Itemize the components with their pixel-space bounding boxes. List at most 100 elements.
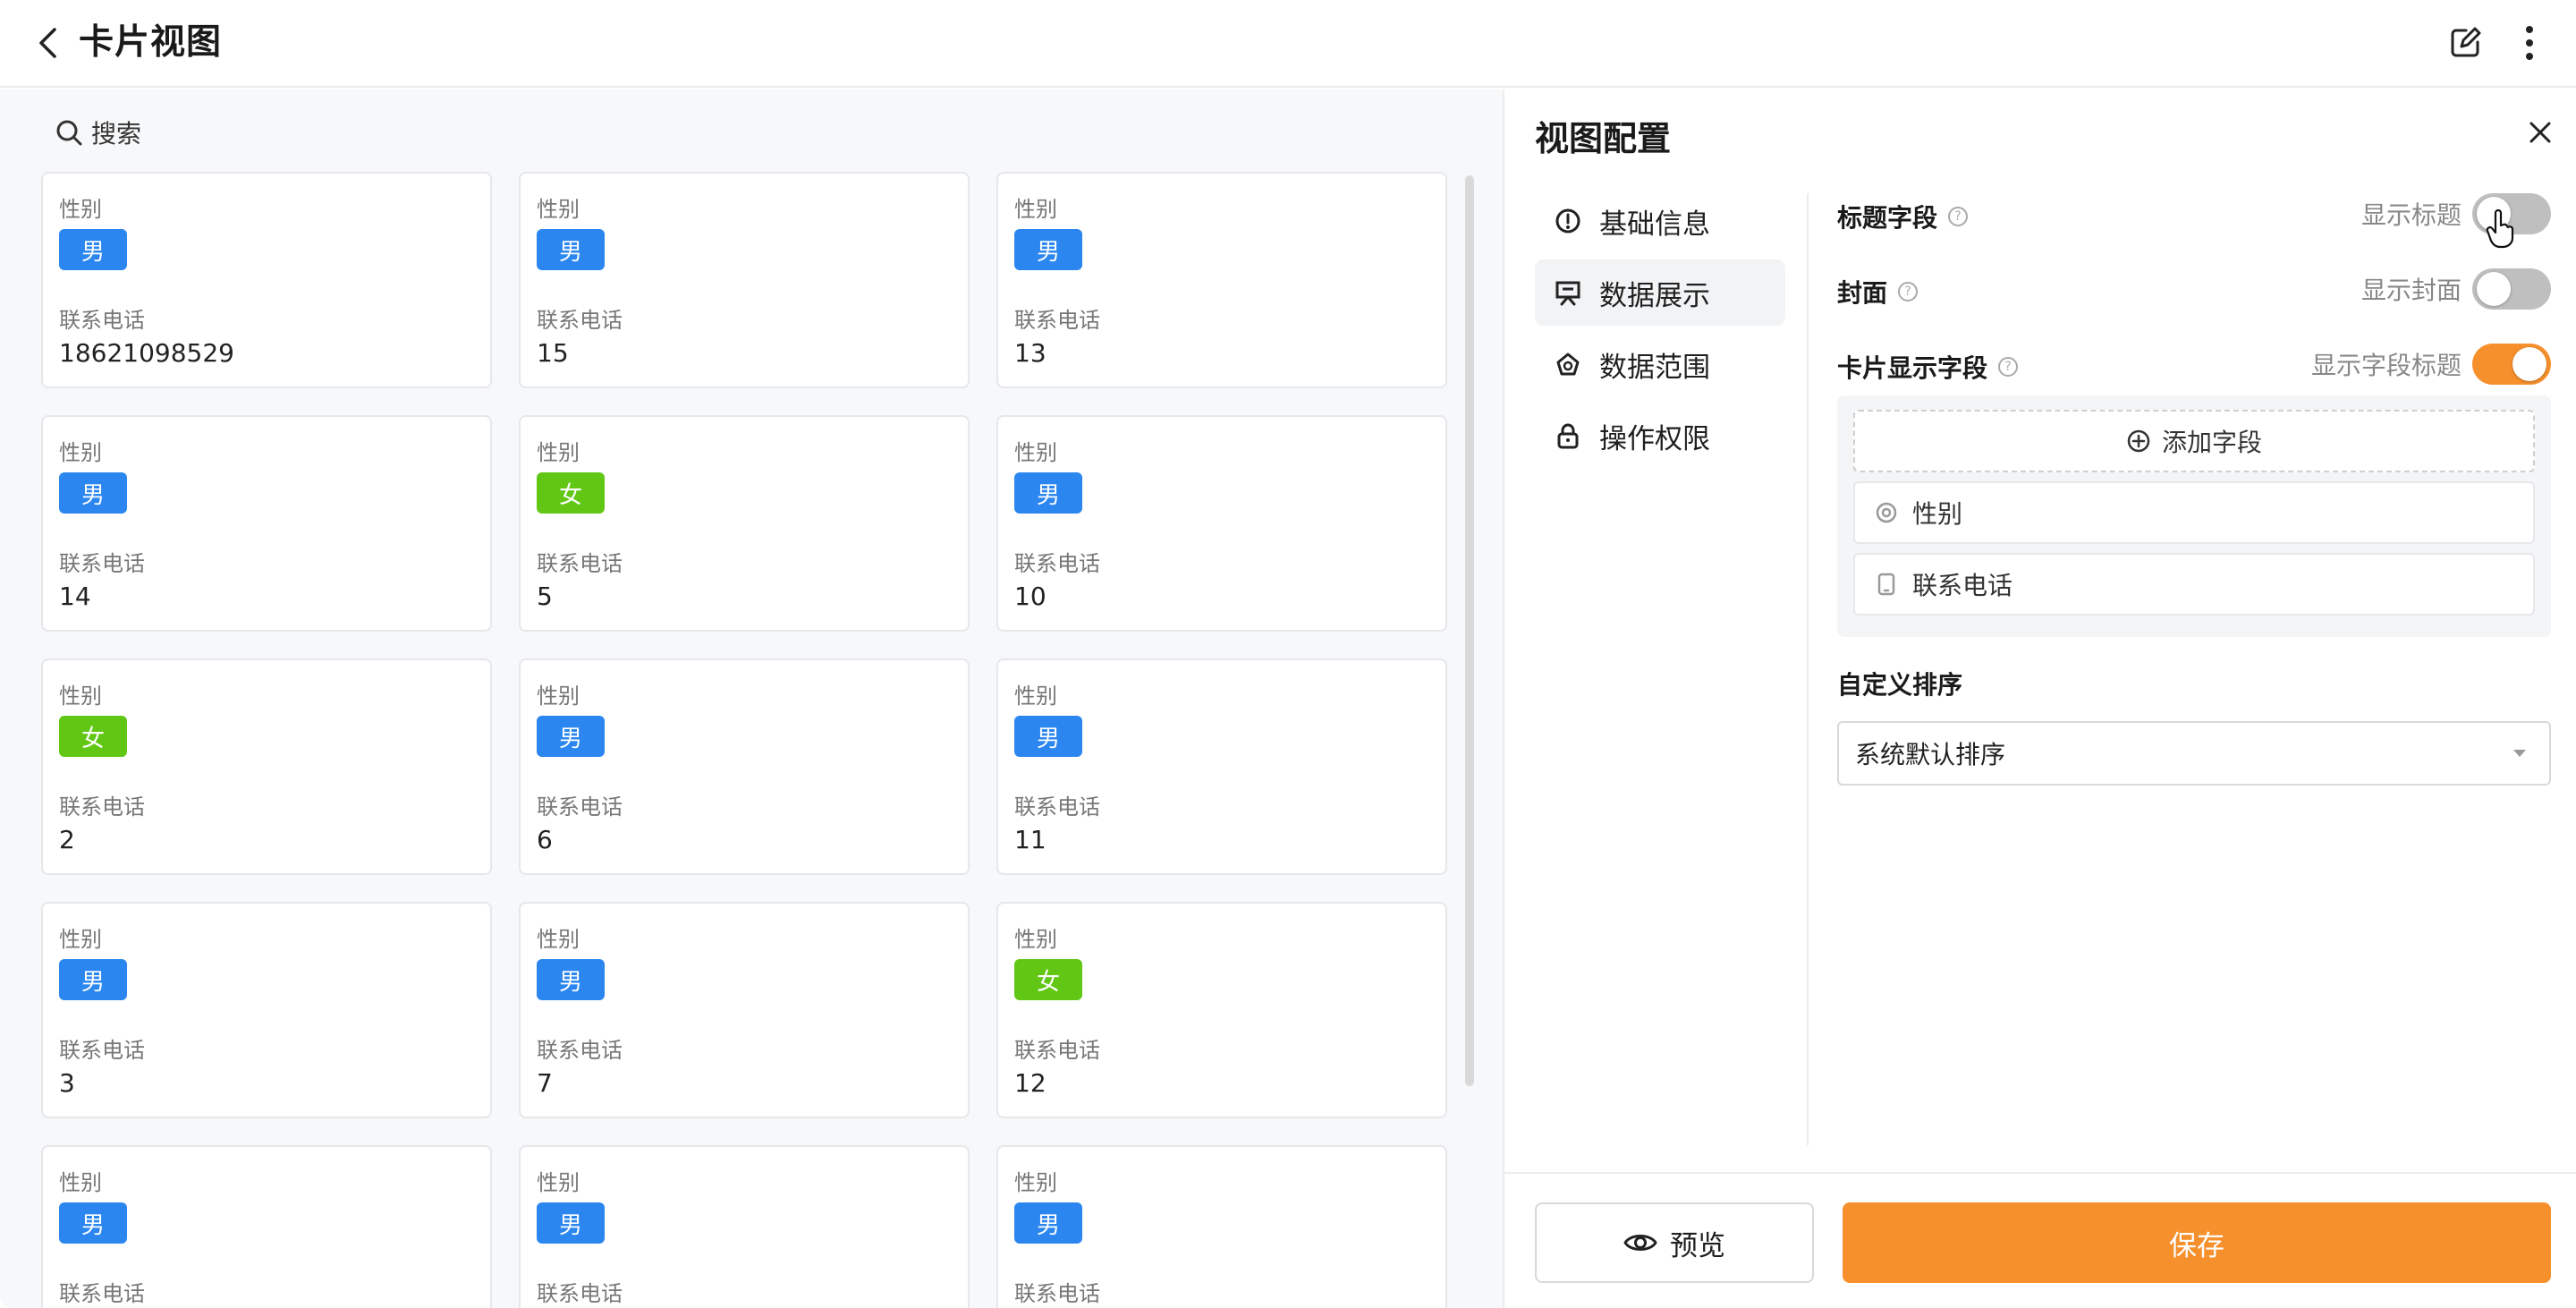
search-icon — [56, 120, 82, 146]
header: 卡片视图 — [0, 0, 2576, 88]
menu-item-data-display[interactable]: 数据展示 — [1535, 259, 1785, 326]
config-menu: 基础信息 数据展示 数据范围 操作权限 — [1535, 188, 1785, 474]
gender-tag: 男 — [59, 959, 127, 1000]
add-field-button[interactable]: 添加字段 — [1853, 410, 2535, 472]
cover-text: 封面 — [1837, 278, 1888, 308]
gender-label: 性别 — [1014, 1170, 1057, 1195]
phone-label: 联系电话 — [59, 308, 145, 333]
field-item-gender[interactable]: 性别 — [1853, 481, 2535, 544]
sort-select[interactable]: 系统默认排序 — [1837, 721, 2551, 786]
phone-value: 11 — [1014, 825, 1046, 854]
back-button[interactable] — [30, 25, 66, 61]
phone-value: 2 — [59, 825, 75, 854]
view-config-panel: 视图配置 基础信息 数据展示 数据范围 操作权限 标题字段 ? 显示标题 封面 … — [1503, 89, 2576, 1308]
gender-tag: 男 — [1014, 229, 1082, 270]
help-icon[interactable]: ? — [1898, 282, 1919, 302]
record-card[interactable]: 性别女联系电话 5 — [519, 415, 970, 632]
close-button[interactable] — [2522, 115, 2558, 150]
gender-tag: 男 — [1014, 716, 1082, 757]
phone-label: 联系电话 — [59, 794, 145, 820]
eye-icon — [1623, 1235, 1657, 1251]
menu-item-permissions[interactable]: 操作权限 — [1535, 403, 1785, 469]
save-button[interactable]: 保存 — [1843, 1202, 2551, 1283]
help-icon[interactable]: ? — [1998, 357, 2019, 377]
card-fields-text: 卡片显示字段 — [1837, 353, 1988, 383]
gender-label: 性别 — [537, 684, 580, 709]
gender-tag: 男 — [537, 1202, 605, 1244]
record-card[interactable]: 性别男联系电话 3 — [41, 902, 492, 1118]
info-circle-icon — [1555, 208, 1580, 234]
title-field-row: 标题字段 ? 显示标题 — [1837, 188, 2551, 263]
more-button[interactable] — [2510, 23, 2549, 63]
sort-title: 自定义排序 — [1837, 670, 1963, 700]
help-icon[interactable]: ? — [1948, 207, 1969, 226]
gender-tag: 男 — [537, 229, 605, 270]
scope-icon — [1556, 352, 1580, 376]
record-card[interactable]: 性别男联系电话 13 — [996, 172, 1447, 388]
menu-item-basic-info[interactable]: 基础信息 — [1535, 188, 1785, 254]
cover-row: 封面 ? 显示封面 — [1837, 263, 2551, 338]
panel-footer: 预览 保存 — [1504, 1172, 2576, 1308]
card-fields-list: 添加字段 性别 联系电话 — [1837, 395, 2551, 637]
record-card[interactable]: 性别男联系电话 — [41, 1145, 492, 1308]
record-card[interactable]: 性别男联系电话 14 — [41, 415, 492, 632]
gender-tag: 女 — [537, 472, 605, 514]
phone-value: 15 — [537, 338, 569, 368]
gender-tag: 男 — [59, 1202, 127, 1244]
cover-toggle-group: 显示封面 — [2361, 268, 2551, 310]
gender-label: 性别 — [1014, 197, 1057, 222]
phone-label: 联系电话 — [537, 1281, 623, 1306]
gender-tag: 男 — [1014, 1202, 1082, 1244]
data-display-settings: 标题字段 ? 显示标题 封面 ? 显示封面 卡片显示字段 ? 显示字段标题 添加… — [1837, 188, 2551, 786]
field-title-toggle-group: 显示字段标题 — [2311, 344, 2551, 385]
page-title: 卡片视图 — [79, 22, 223, 63]
search-box[interactable]: 搜索 — [55, 111, 234, 154]
phone-value: 10 — [1014, 582, 1046, 611]
record-card[interactable]: 性别男联系电话 6 — [519, 658, 970, 875]
show-cover-switch[interactable] — [2472, 268, 2551, 310]
field-item-label: 性别 — [1912, 499, 1963, 529]
phone-value: 6 — [537, 825, 553, 854]
gender-label: 性别 — [1014, 927, 1057, 952]
record-card[interactable]: 性别女联系电话 2 — [41, 658, 492, 875]
record-card[interactable]: 性别男联系电话 18621098529 — [41, 172, 492, 388]
caret-down-icon — [2513, 750, 2526, 757]
preview-button[interactable]: 预览 — [1535, 1202, 1814, 1283]
plus-circle-icon — [2127, 429, 2150, 453]
show-field-title-label: 显示字段标题 — [2310, 351, 2462, 380]
lock-icon — [1557, 423, 1579, 449]
phone-label: 联系电话 — [537, 1038, 623, 1063]
record-card[interactable]: 性别男联系电话 15 — [519, 172, 970, 388]
edit-button[interactable] — [2445, 23, 2485, 63]
record-card[interactable]: 性别男联系电话 — [519, 1145, 970, 1308]
title-toggle-group: 显示标题 — [2361, 193, 2551, 234]
card-view-area: 搜索 性别男联系电话 18621098529 性别男联系电话 15 性别男联系电话 1… — [0, 89, 1503, 1308]
phone-label: 联系电话 — [1014, 1038, 1100, 1063]
phone-label: 联系电话 — [59, 551, 145, 576]
menu-item-label: 数据范围 — [1599, 351, 1710, 384]
record-card[interactable]: 性别男联系电话 — [996, 1145, 1447, 1308]
menu-item-label: 操作权限 — [1599, 422, 1710, 455]
phone-label: 联系电话 — [537, 551, 623, 576]
phone-label: 联系电话 — [59, 1281, 145, 1306]
gender-label: 性别 — [537, 927, 580, 952]
menu-item-data-scope[interactable]: 数据范围 — [1535, 331, 1785, 397]
more-vertical-icon — [2526, 26, 2533, 60]
record-card[interactable]: 性别男联系电话 10 — [996, 415, 1447, 632]
menu-item-label: 基础信息 — [1599, 208, 1710, 241]
field-item-phone[interactable]: 联系电话 — [1853, 553, 2535, 616]
phone-icon — [1877, 573, 1895, 596]
sort-select-value: 系统默认排序 — [1855, 740, 2006, 769]
gender-tag: 女 — [59, 716, 127, 757]
gender-tag: 男 — [59, 229, 127, 270]
phone-label: 联系电话 — [537, 308, 623, 333]
search-label: 搜索 — [91, 119, 142, 149]
record-card[interactable]: 性别男联系电话 7 — [519, 902, 970, 1118]
chevron-left-icon — [39, 28, 56, 58]
show-field-title-switch[interactable] — [2472, 344, 2551, 385]
record-card[interactable]: 性别男联系电话 11 — [996, 658, 1447, 875]
phone-value: 13 — [1014, 338, 1046, 368]
vertical-scrollbar[interactable] — [1465, 175, 1474, 1086]
phone-label: 联系电话 — [59, 1038, 145, 1063]
record-card[interactable]: 性别女联系电话 12 — [996, 902, 1447, 1118]
